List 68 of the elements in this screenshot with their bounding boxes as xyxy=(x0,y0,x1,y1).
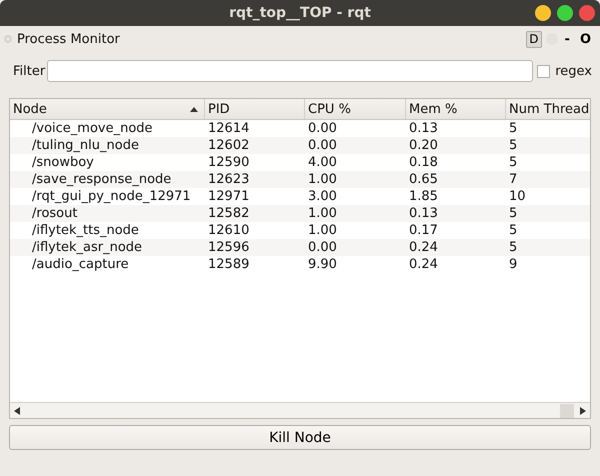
window-title: rqt_top__TOP - rqt xyxy=(229,5,371,21)
maximize-icon[interactable] xyxy=(556,4,574,22)
scroll-left-icon[interactable] xyxy=(14,406,20,414)
table-cell-text: 0.17 xyxy=(408,223,439,238)
table-cell-text: 12614 xyxy=(207,121,250,136)
horizontal-scrollbar[interactable] xyxy=(10,402,590,418)
table-cell-text: 0.20 xyxy=(408,138,439,153)
table-cell-text: 0.00 xyxy=(307,121,338,136)
table-cell-text: 0.24 xyxy=(408,240,439,255)
sort-ascending-icon xyxy=(190,106,198,112)
regex-checkbox[interactable] xyxy=(537,64,550,78)
dock-button[interactable]: D xyxy=(526,30,542,48)
table-cell-text: 0.18 xyxy=(408,155,439,170)
table-cell-text: 9.90 xyxy=(307,257,338,272)
table-cell-text: 3.00 xyxy=(307,189,338,204)
column-header[interactable]: Num Thread xyxy=(506,99,590,119)
table-cell-text: /iflytek_tts_node xyxy=(31,223,140,238)
table-cell-text: 1.00 xyxy=(307,172,338,187)
table-cell-text: 5 xyxy=(508,206,518,221)
table-cell-text: /rqt_gui_py_node_12971 xyxy=(31,189,192,204)
close-button[interactable]: O xyxy=(576,32,594,46)
minimize-button[interactable]: - xyxy=(562,32,573,46)
minimize-icon[interactable] xyxy=(534,4,552,22)
table-cell-text: 12610 xyxy=(207,223,250,238)
table-cell-text: 12590 xyxy=(207,155,250,170)
table-cell-text: 9 xyxy=(508,257,518,272)
table-cell-text: 5 xyxy=(508,223,518,238)
plugin-title: Process Monitor xyxy=(17,32,120,46)
table-cell-text: 5 xyxy=(508,240,518,255)
table-cell-text: 12596 xyxy=(207,240,250,255)
table-cell-text: 12582 xyxy=(207,206,250,221)
close-icon[interactable] xyxy=(578,4,596,22)
table-cell-text: /rosout xyxy=(31,206,78,221)
table-cell-text: 5 xyxy=(508,138,518,153)
filter-field[interactable] xyxy=(47,60,534,82)
table-cell-text: 12623 xyxy=(207,172,250,187)
regex-label: regex xyxy=(555,64,592,78)
table-cell-text: /save_response_node xyxy=(31,172,172,187)
table-cell-text: 5 xyxy=(508,155,518,170)
table-cell-text: 1.85 xyxy=(408,189,439,204)
table-cell-text: 12971 xyxy=(207,189,250,204)
table-cell-text: 0.00 xyxy=(307,240,338,255)
table-cell-text: 5 xyxy=(508,121,518,136)
scrollbar-thumb[interactable] xyxy=(560,404,574,418)
filter-label: Filter xyxy=(13,64,46,78)
table-cell-text: 10 xyxy=(508,189,527,204)
table-cell-text: 1.00 xyxy=(307,206,338,221)
column-header[interactable]: CPU % xyxy=(305,99,406,119)
table-cell-text: 0.24 xyxy=(408,257,439,272)
table-cell-text: /audio_capture xyxy=(31,257,130,272)
table-cell-text: /iflytek_asr_node xyxy=(31,240,144,255)
column-header[interactable]: Mem % xyxy=(406,99,506,119)
column-header[interactable]: Node xyxy=(10,99,205,119)
scroll-right-icon[interactable] xyxy=(580,406,586,414)
table-cell-text: 0.13 xyxy=(408,206,439,221)
table-cell-text: /voice_move_node xyxy=(31,121,154,136)
table-cell-text: 7 xyxy=(508,172,518,187)
table-cell-text: 1.00 xyxy=(307,223,338,238)
table-cell-text: 0.00 xyxy=(307,138,338,153)
kill-node-button[interactable]: Kill Node xyxy=(9,425,591,450)
table-cell-text: 0.13 xyxy=(408,121,439,136)
column-header[interactable]: PID xyxy=(205,99,305,119)
table-cell-text: 0.65 xyxy=(408,172,439,187)
table-cell-text: 4.00 xyxy=(307,155,338,170)
table-cell-text: 12589 xyxy=(207,257,250,272)
table-cell-text: /snowboy xyxy=(31,155,95,170)
table-cell-text: /tuling_nlu_node xyxy=(31,138,140,153)
table-cell-text: 12602 xyxy=(207,138,250,153)
